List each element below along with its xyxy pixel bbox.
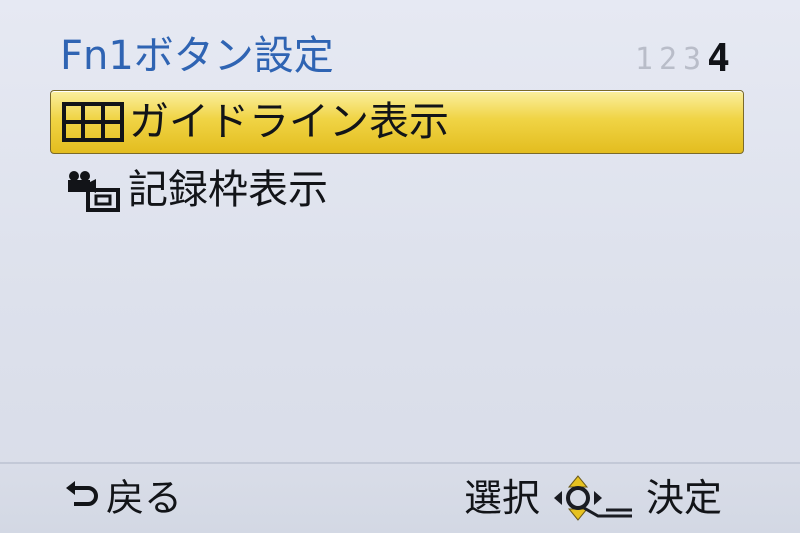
page-number-3[interactable]: 3	[683, 38, 701, 82]
grid-icon	[61, 97, 129, 147]
page-number-2[interactable]: 2	[659, 38, 677, 82]
menu-item-label: ガイドライン表示	[129, 99, 449, 145]
menu-item-recording-frame-display[interactable]: 記録枠表示	[50, 158, 744, 222]
page-number-4-current[interactable]: 4	[707, 34, 730, 82]
footer-bar: 戻る 選択 決定	[0, 462, 800, 533]
menu-list: ガイドライン表示 記録枠表示	[50, 90, 744, 222]
menu-item-guideline-display[interactable]: ガイドライン表示	[50, 90, 744, 154]
confirm-label: 決定	[645, 476, 722, 520]
page-indicator: 1 2 3 4	[635, 32, 730, 82]
back-button[interactable]: 戻る	[62, 472, 182, 524]
menu-item-label: 記録枠表示	[128, 167, 328, 213]
select-label: 選択	[463, 476, 540, 520]
camera-menu-screen: Fn1ボタン設定 1 2 3 4 ガイドライン表示 記録枠表示 戻る 選択 決定	[0, 0, 800, 533]
page-title: Fn1ボタン設定	[60, 33, 334, 79]
cursor-dial-icon[interactable]	[548, 472, 638, 524]
return-arrow-icon	[62, 476, 102, 520]
footer-controls: 選択 決定	[464, 472, 722, 524]
page-number-1[interactable]: 1	[635, 38, 653, 82]
back-label: 戻る	[106, 476, 183, 520]
movie-frame-icon	[60, 165, 128, 215]
